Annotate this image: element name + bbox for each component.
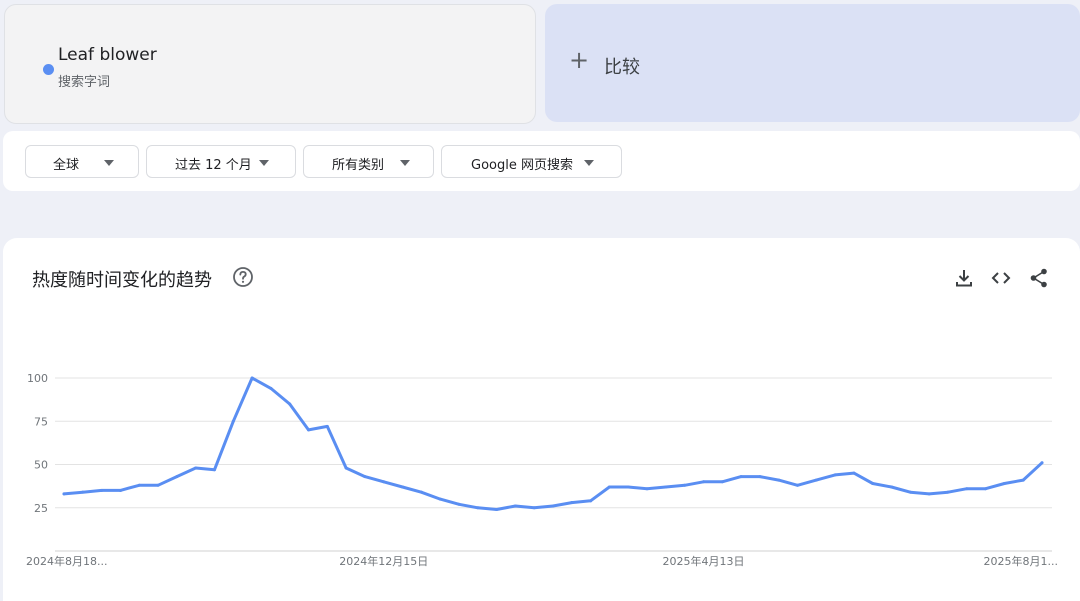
- data-point[interactable]: [1002, 482, 1006, 486]
- data-point[interactable]: [175, 475, 179, 479]
- category-filter-label: 所有类别: [332, 158, 385, 173]
- data-point[interactable]: [401, 485, 405, 489]
- data-point[interactable]: [589, 499, 593, 503]
- chevron-down-icon: [400, 160, 410, 166]
- data-point[interactable]: [758, 475, 762, 479]
- data-point[interactable]: [645, 487, 649, 491]
- data-point[interactable]: [965, 487, 969, 491]
- data-point[interactable]: [81, 490, 85, 494]
- data-point[interactable]: [438, 497, 442, 501]
- data-point[interactable]: [946, 490, 950, 494]
- data-point[interactable]: [927, 492, 931, 496]
- data-point[interactable]: [796, 483, 799, 487]
- y-axis-ticks: 100 75 50 25: [27, 372, 48, 515]
- data-point[interactable]: [777, 478, 781, 482]
- search-term-type: 搜索字词: [58, 75, 111, 90]
- x-axis-ticks: 2024年8月18... 2024年12月15日 2025年4月13日 2025年8月…: [26, 554, 1058, 568]
- data-point[interactable]: [382, 480, 386, 484]
- data-point[interactable]: [212, 468, 216, 472]
- data-point[interactable]: [833, 473, 837, 477]
- data-point[interactable]: [984, 487, 988, 491]
- series-line[interactable]: [62, 376, 1044, 511]
- gridlines: [55, 377, 1052, 552]
- data-point[interactable]: [1021, 478, 1025, 482]
- x-tick-label: 2024年12月15日: [339, 554, 428, 568]
- time-range-filter-label: 过去 12 个月: [175, 158, 252, 173]
- data-point[interactable]: [194, 466, 198, 470]
- data-point[interactable]: [495, 507, 499, 511]
- series-layer: [62, 376, 1044, 511]
- data-point[interactable]: [513, 504, 517, 508]
- data-point[interactable]: [570, 501, 574, 505]
- data-point[interactable]: [701, 480, 705, 484]
- data-point[interactable]: [720, 480, 724, 484]
- data-point[interactable]: [62, 492, 66, 496]
- data-point[interactable]: [231, 419, 235, 423]
- data-point[interactable]: [532, 506, 536, 510]
- compare-label: 比较: [604, 57, 640, 78]
- data-point[interactable]: [626, 485, 630, 489]
- data-point[interactable]: [307, 428, 310, 432]
- data-point[interactable]: [118, 488, 122, 492]
- data-point[interactable]: [852, 471, 856, 475]
- search-term-name[interactable]: Leaf blower: [58, 45, 157, 65]
- data-point[interactable]: [683, 483, 687, 487]
- data-point[interactable]: [1040, 461, 1044, 465]
- data-point[interactable]: [419, 490, 423, 494]
- search-type-filter[interactable]: Google 网页搜索: [441, 145, 622, 178]
- search-type-filter-label: Google 网页搜索: [471, 158, 573, 173]
- data-point[interactable]: [269, 386, 273, 390]
- chevron-down-icon: [584, 160, 594, 166]
- category-filter[interactable]: 所有类别: [303, 145, 434, 178]
- interest-over-time-card: 热度随时间变化的趋势 100 75 50 25 2024年8月18... 2024年12…: [3, 238, 1080, 601]
- data-point[interactable]: [814, 478, 818, 482]
- search-term-card[interactable]: Leaf blower 搜索字词: [4, 4, 536, 124]
- region-filter[interactable]: 全球: [25, 145, 139, 178]
- data-point[interactable]: [457, 502, 461, 506]
- trend-chart: 100 75 50 25 2024年8月18... 2024年12月15日 2025年4月…: [26, 372, 1058, 568]
- data-point[interactable]: [288, 402, 292, 406]
- chevron-down-icon: [104, 160, 114, 166]
- filter-bar: 全球 过去 12 个月 所有类别 Google 网页搜索: [3, 131, 1080, 191]
- chevron-down-icon: [259, 160, 269, 166]
- data-point[interactable]: [363, 475, 367, 479]
- data-point[interactable]: [476, 506, 480, 510]
- data-point[interactable]: [250, 376, 254, 380]
- data-point[interactable]: [156, 483, 160, 487]
- data-point[interactable]: [137, 483, 141, 487]
- data-point[interactable]: [551, 504, 555, 508]
- data-point[interactable]: [607, 485, 611, 489]
- time-range-filter[interactable]: 过去 12 个月: [146, 145, 296, 178]
- data-point[interactable]: [739, 475, 743, 479]
- x-tick-label: 2025年4月13日: [662, 554, 744, 568]
- plus-icon: +: [569, 46, 590, 74]
- y-tick-label: 50: [34, 459, 48, 472]
- y-tick-label: 25: [34, 502, 48, 515]
- data-point[interactable]: [325, 424, 329, 428]
- data-point[interactable]: [100, 488, 104, 492]
- data-point[interactable]: [871, 482, 875, 486]
- data-point[interactable]: [890, 485, 894, 489]
- data-point[interactable]: [908, 490, 912, 494]
- region-filter-label: 全球: [53, 158, 80, 173]
- compare-button[interactable]: + 比较: [545, 4, 1080, 122]
- series-color-dot: [43, 64, 54, 75]
- data-point[interactable]: [664, 485, 668, 489]
- y-tick-label: 75: [34, 415, 48, 428]
- y-tick-label: 100: [27, 372, 48, 385]
- x-tick-label: 2025年8月1...: [984, 554, 1058, 568]
- data-point[interactable]: [344, 466, 348, 470]
- x-tick-label: 2024年8月18...: [26, 554, 107, 568]
